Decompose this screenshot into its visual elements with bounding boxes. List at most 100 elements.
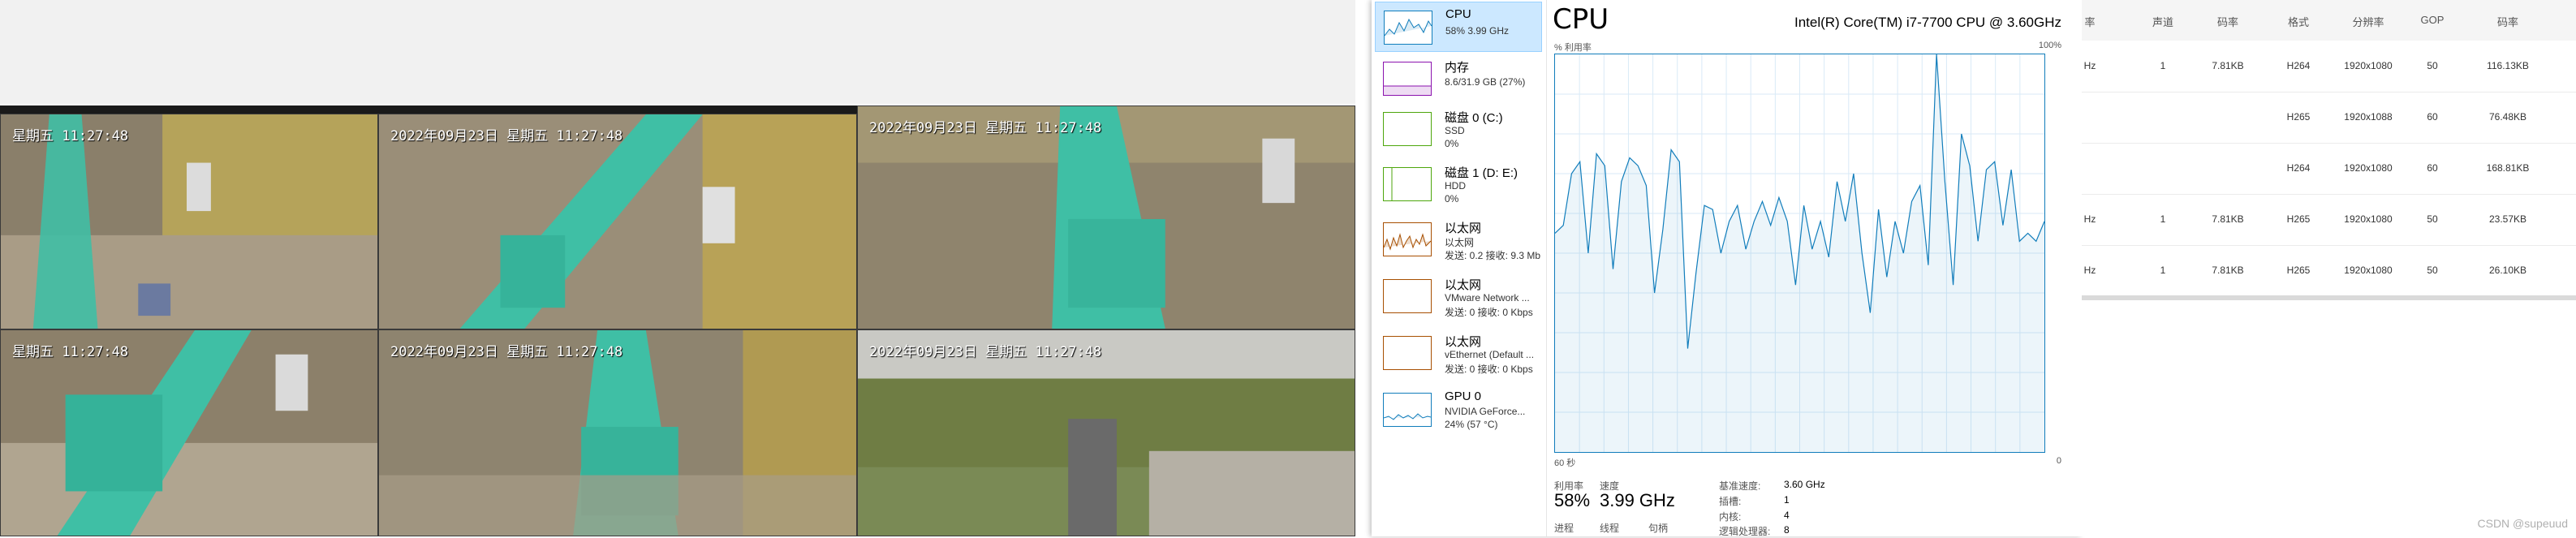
- table-cell: 116.13KB: [2487, 60, 2529, 71]
- sidebar-item-label: 以太网: [1445, 335, 1482, 349]
- camera-feed-image: [1, 114, 377, 329]
- camera-timestamp: 2022年09月23日 星期五 11:27:48: [869, 344, 1102, 360]
- sidebar-item-detail: vEthernet (Default ...: [1445, 349, 1535, 360]
- sidebar-item-detail: HDD: [1445, 180, 1466, 192]
- horizontal-scrollbar[interactable]: [2082, 295, 2576, 300]
- table-cell: 1920x1080: [2344, 265, 2393, 276]
- threads-label: 线程: [1600, 523, 1620, 534]
- cpu-model-name: Intel(R) Core(TM) i7-7700 CPU @ 3.60GHz: [1794, 15, 2061, 30]
- table-cell: Hz: [2083, 60, 2096, 71]
- table-cell: 168.81KB: [2486, 162, 2530, 174]
- cpu-sparkline: [1384, 11, 1432, 45]
- cpu-utilization-graph: [1554, 54, 2045, 453]
- network-sparkline: [1383, 279, 1432, 313]
- sidebar-item-label: 磁盘 0 (C:): [1445, 111, 1503, 125]
- table-cell: 1920x1088: [2344, 111, 2393, 123]
- disk-sparkline: [1383, 112, 1432, 146]
- sidebar-item-ethernet-3[interactable]: 以太网 vEthernet (Default ... 发送: 0 接收: 0 K…: [1375, 328, 1542, 378]
- sidebar-item-detail: VMware Network ...: [1445, 292, 1530, 303]
- graph-y-label: % 利用率: [1554, 43, 1592, 53]
- camera-feed-image: [379, 330, 856, 536]
- camera-timestamp: 星期五 11:27:48: [12, 344, 129, 360]
- base-speed-label: 基准速度:: [1719, 480, 1761, 492]
- camera-timestamp: 2022年09月23日 星期五 11:27:48: [390, 344, 623, 360]
- table-cell: 23.57KB: [2488, 213, 2527, 225]
- table-cell: 76.48KB: [2488, 111, 2527, 123]
- column-header: 码率: [2216, 16, 2239, 28]
- camera-tile[interactable]: 星期五 11:27:48: [0, 114, 378, 329]
- column-header: 分辨率: [2352, 16, 2384, 28]
- processes-label: 进程: [1554, 523, 1574, 534]
- column-header: 声道: [2152, 16, 2174, 28]
- table-cell: Hz: [2083, 213, 2096, 225]
- network-sparkline: [1383, 336, 1432, 370]
- table-row[interactable]: Hz 1 7.81KB H265 1920x1080 50 26.10KB: [2082, 245, 2576, 297]
- sidebar-item-memory[interactable]: 内存 8.6/31.9 GB (27%): [1375, 54, 1542, 104]
- table-row[interactable]: H264 1920x1080 60 168.81KB: [2082, 143, 2576, 195]
- column-header: 率: [2084, 16, 2096, 28]
- logical-processors-label: 逻辑处理器:: [1719, 526, 1771, 537]
- sidebar-item-cpu[interactable]: CPU 58% 3.99 GHz: [1375, 2, 1542, 52]
- video-wall-toolbar: [0, 0, 1355, 104]
- graph-x-start-label: 60 秒: [1554, 458, 1576, 468]
- cpu-detail-panel: CPU Intel(R) Core(TM) i7-7700 CPU @ 3.60…: [1546, 0, 2082, 537]
- column-header: GOP: [2420, 14, 2445, 26]
- utilization-value: 58%: [1554, 490, 1591, 510]
- table-cell: 7.81KB: [2212, 60, 2244, 71]
- camera-feed-image: [1, 330, 377, 536]
- camera-tile[interactable]: 2022年09月23日 星期五 11:27:48: [378, 114, 857, 329]
- table-cell: 7.81KB: [2212, 265, 2244, 276]
- sidebar-item-detail: 0%: [1445, 193, 1459, 204]
- camera-tile[interactable]: 2022年09月23日 星期五 11:27:48: [378, 329, 857, 536]
- cores-value: 4: [1784, 510, 1790, 521]
- camera-tile[interactable]: 2022年09月23日 星期五 11:27:48: [857, 105, 1355, 329]
- sidebar-item-ethernet-1[interactable]: 以太网 以太网 发送: 0.2 接收: 9.3 Mb: [1375, 214, 1542, 265]
- sidebar-item-detail: 发送: 0.2 接收: 9.3 Mb: [1445, 250, 1541, 261]
- video-wall-grid: 星期五 11:27:48 2022年09月23日 星期五 11:27:48 20…: [0, 105, 1355, 536]
- sidebar-item-ethernet-2[interactable]: 以太网 VMware Network ... 发送: 0 接收: 0 Kbps: [1375, 271, 1542, 321]
- task-manager-window: CPU 58% 3.99 GHz 内存 8.6/31.9 GB (27%) 磁盘…: [1372, 0, 2082, 537]
- table-cell: 60: [2427, 162, 2438, 174]
- sidebar-item-disk-1[interactable]: 磁盘 1 (D: E:) HDD 0%: [1375, 159, 1542, 209]
- sidebar-item-label: CPU: [1445, 7, 1471, 21]
- sidebar-item-gpu[interactable]: GPU 0 NVIDIA GeForce... 24% (57 °C): [1375, 385, 1542, 435]
- speed-value: 3.99 GHz: [1600, 490, 1675, 510]
- table-cell: 50: [2427, 265, 2438, 276]
- column-header: 格式: [2287, 16, 2310, 28]
- table-cell: H265: [2286, 111, 2311, 123]
- sidebar-item-detail: 24% (57 °C): [1445, 419, 1498, 430]
- table-cell: 7.81KB: [2212, 213, 2244, 225]
- performance-sidebar: CPU 58% 3.99 GHz 内存 8.6/31.9 GB (27%) 磁盘…: [1372, 0, 1547, 536]
- sidebar-item-detail: NVIDIA GeForce...: [1445, 406, 1526, 417]
- table-cell: Hz: [2083, 265, 2096, 276]
- watermark: CSDN @supeuud: [2477, 517, 2569, 530]
- stream-info-table: 率 声道 码率 格式 分辨率 GOP 码率 Hz 1 7.81KB H264 1920x…: [2082, 0, 2576, 536]
- cores-label: 内核:: [1719, 511, 1742, 523]
- table-row[interactable]: Hz 1 7.81KB H264 1920x1080 50 116.13KB: [2082, 41, 2576, 93]
- sidebar-item-detail: SSD: [1445, 125, 1465, 136]
- sidebar-item-disk-0[interactable]: 磁盘 0 (C:) SSD 0%: [1375, 104, 1542, 154]
- table-cell: 50: [2427, 60, 2438, 71]
- sidebar-item-detail: 发送: 0 接收: 0 Kbps: [1445, 307, 1533, 318]
- memory-sparkline: [1383, 62, 1432, 96]
- table-cell: H264: [2286, 60, 2311, 71]
- network-sparkline: [1383, 222, 1432, 256]
- table-cell: 1: [2160, 213, 2166, 225]
- sidebar-item-label: 内存: [1445, 61, 1470, 75]
- table-row[interactable]: H265 1920x1088 60 76.48KB: [2082, 92, 2576, 144]
- camera-tile[interactable]: 星期五 11:27:48: [0, 329, 378, 536]
- table-row[interactable]: Hz 1 7.81KB H265 1920x1080 50 23.57KB: [2082, 194, 2576, 246]
- sidebar-item-label: 磁盘 1 (D: E:): [1445, 166, 1518, 180]
- sidebar-item-label: 以太网: [1445, 222, 1482, 235]
- camera-feed-image: [379, 114, 856, 329]
- cpu-utilization-chart: [1554, 54, 2045, 452]
- disk-sparkline: [1383, 167, 1432, 201]
- camera-timestamp: 2022年09月23日 星期五 11:27:48: [869, 120, 1102, 136]
- table-cell: H265: [2286, 213, 2311, 225]
- sockets-label: 插槽:: [1719, 496, 1742, 507]
- camera-tile[interactable]: 2022年09月23日 星期五 11:27:48: [857, 329, 1355, 536]
- sidebar-item-label: 以太网: [1445, 278, 1482, 292]
- table-cell: 60: [2427, 111, 2438, 123]
- table-cell: 50: [2427, 213, 2438, 225]
- graph-x-end-label: 0: [2056, 456, 2061, 466]
